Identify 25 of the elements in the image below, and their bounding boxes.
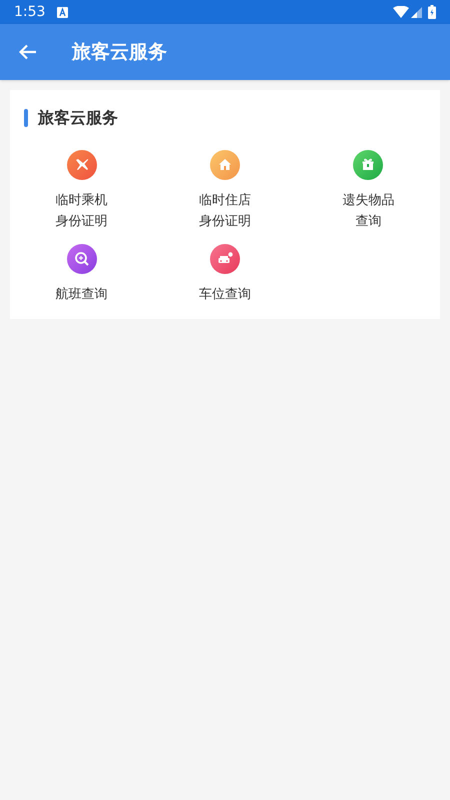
service-item[interactable]: 航班查询 [10,244,154,305]
service-label: 临时住店 [198,192,251,210]
search-icon [66,244,97,274]
section-title: 旅客云服务 [38,107,118,129]
app-bar-title: 旅客云服务 [72,40,167,65]
gift-icon [353,150,384,180]
service-label: 身份证明 [198,213,251,231]
service-label: 遗失物品 [342,192,394,210]
signal-icon [411,6,422,18]
house-icon [210,150,240,180]
service-label: 航班查询 [56,286,108,304]
battery-icon [428,5,436,19]
service-item[interactable]: 临时住店 身份证明 [153,150,297,232]
service-label: 车位查询 [198,286,251,304]
car-icon [210,244,240,274]
service-label: 查询 [355,213,382,231]
service-item[interactable]: 遗失物品 查询 [296,150,440,232]
service-label: 临时乘机 [56,192,108,210]
service-label: 身份证明 [56,213,108,231]
notification-icon [57,6,68,18]
service-item[interactable]: 临时乘机 身份证明 [10,150,154,232]
status-time: 1:53 [14,2,46,22]
back-arrow-icon [19,44,37,60]
wifi-icon [393,6,409,18]
service-item[interactable]: 车位查询 [153,244,297,305]
